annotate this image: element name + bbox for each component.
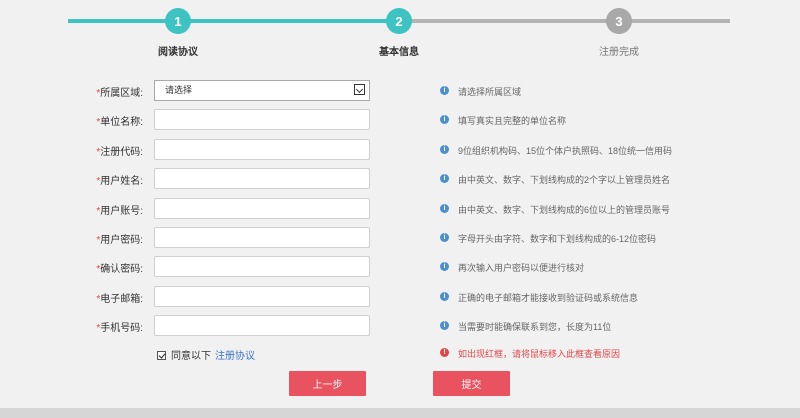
password-input[interactable] bbox=[154, 227, 370, 248]
password-label-text: 用户密码: bbox=[100, 235, 143, 246]
region-label-text: 所属区域: bbox=[100, 88, 143, 99]
phone-label: *手机号码: bbox=[0, 319, 143, 334]
phone-hint: 当需要时能确保联系到您，长度为11位 bbox=[458, 322, 612, 332]
region-label: *所属区域: bbox=[0, 84, 143, 99]
step-1-circle: 1 bbox=[165, 8, 191, 34]
info-icon: i bbox=[440, 321, 449, 330]
confirm-password-hint: 再次输入用户密码以便进行核对 bbox=[458, 263, 585, 273]
user-name-hint: 由中英文、数字、下划线构成的2个字以上管理员姓名 bbox=[458, 175, 671, 185]
confirm-password-input[interactable] bbox=[154, 256, 370, 277]
email-input[interactable] bbox=[154, 286, 370, 307]
phone-input[interactable] bbox=[154, 315, 370, 336]
prev-step-button[interactable]: 上一步 bbox=[289, 371, 366, 396]
form-row-password: *用户密码: i 字母开头由字符、数字和下划线构成的6-12位密码 bbox=[0, 227, 800, 249]
region-hint: 请选择所属区域 bbox=[458, 87, 522, 97]
chevron-down-icon[interactable] bbox=[354, 84, 365, 95]
step-3-label: 注册完成 bbox=[599, 47, 639, 58]
info-icon: i bbox=[440, 115, 449, 124]
password-label: *用户密码: bbox=[0, 231, 143, 246]
form-row-region: *所属区域: 请选择 i 请选择所属区域 bbox=[0, 80, 800, 102]
account-label: *用户账号: bbox=[0, 202, 143, 217]
step-3-number: 3 bbox=[615, 13, 623, 29]
error-icon: ! bbox=[440, 348, 449, 357]
submit-button[interactable]: 提交 bbox=[433, 371, 510, 396]
info-icon: i bbox=[440, 174, 449, 183]
email-label-text: 电子邮箱: bbox=[100, 294, 143, 305]
confirm-password-label: *确认密码: bbox=[0, 260, 143, 275]
reg-code-label: *注册代码: bbox=[0, 143, 143, 158]
info-icon: i bbox=[440, 233, 449, 242]
email-label: *电子邮箱: bbox=[0, 290, 143, 305]
error-hint-text: 如出现红框，请将鼠标移入此框查看原因 bbox=[458, 349, 621, 359]
progress-line-pending bbox=[400, 19, 730, 23]
email-hint: 正确的电子邮箱才能接收到验证码或系统信息 bbox=[458, 293, 639, 303]
progress-line-done bbox=[68, 19, 400, 23]
info-icon: i bbox=[440, 204, 449, 213]
step-1-label: 阅读协议 bbox=[158, 47, 198, 58]
step-2-circle: 2 bbox=[386, 8, 412, 34]
form-row-unit-name: *单位名称: i 填写真实且完整的单位名称 bbox=[0, 109, 800, 131]
info-icon: i bbox=[440, 262, 449, 271]
step-2-number: 2 bbox=[395, 13, 403, 29]
form-row-account: *用户账号: i 由中英文、数字、下划线构成的6位以上的管理员账号 bbox=[0, 198, 800, 220]
unit-name-hint: 填写真实且完整的单位名称 bbox=[458, 116, 567, 126]
unit-name-input[interactable] bbox=[154, 109, 370, 130]
region-select[interactable]: 请选择 bbox=[154, 80, 370, 101]
reg-code-input[interactable] bbox=[154, 139, 370, 160]
step-2-label: 基本信息 bbox=[379, 47, 419, 58]
phone-label-text: 手机号码: bbox=[100, 323, 143, 334]
info-icon: i bbox=[440, 145, 449, 154]
account-input[interactable] bbox=[154, 198, 370, 219]
form-row-confirm-password: *确认密码: i 再次输入用户密码以便进行核对 bbox=[0, 256, 800, 278]
step-3-circle: 3 bbox=[606, 8, 632, 34]
account-label-text: 用户账号: bbox=[100, 206, 143, 217]
user-name-label: *用户姓名: bbox=[0, 172, 143, 187]
form-row-reg-code: *注册代码: i 9位组织机构码、15位个体户执照码、18位统一信用码 bbox=[0, 139, 800, 161]
progress-stepper: 1 2 3 阅读协议 基本信息 注册完成 bbox=[0, 0, 800, 60]
password-hint: 字母开头由字符、数字和下划线构成的6-12位密码 bbox=[458, 234, 657, 244]
form-row-phone: *手机号码: i 当需要时能确保联系到您，长度为11位 bbox=[0, 315, 800, 337]
registration-page: 1 2 3 阅读协议 基本信息 注册完成 *所属区域: 请选择 i 请选择所属区… bbox=[0, 0, 800, 418]
error-hint-row: ! 如出现红框，请将鼠标移入此框查看原因 bbox=[0, 342, 800, 364]
user-name-input[interactable] bbox=[154, 168, 370, 189]
info-icon: i bbox=[440, 86, 449, 95]
confirm-password-label-text: 确认密码: bbox=[100, 264, 143, 275]
step-1-number: 1 bbox=[174, 13, 182, 29]
form-row-user-name: *用户姓名: i 由中英文、数字、下划线构成的2个字以上管理员姓名 bbox=[0, 168, 800, 190]
account-hint: 由中英文、数字、下划线构成的6位以上的管理员账号 bbox=[458, 205, 671, 215]
user-name-label-text: 用户姓名: bbox=[100, 176, 143, 187]
reg-code-hint: 9位组织机构码、15位个体户执照码、18位统一信用码 bbox=[458, 146, 673, 156]
form-row-email: *电子邮箱: i 正确的电子邮箱才能接收到验证码或系统信息 bbox=[0, 286, 800, 308]
reg-code-label-text: 注册代码: bbox=[100, 147, 143, 158]
info-icon: i bbox=[440, 292, 449, 301]
unit-name-label: *单位名称: bbox=[0, 113, 143, 128]
unit-name-label-text: 单位名称: bbox=[100, 117, 143, 128]
region-select-value: 请选择 bbox=[165, 85, 193, 95]
